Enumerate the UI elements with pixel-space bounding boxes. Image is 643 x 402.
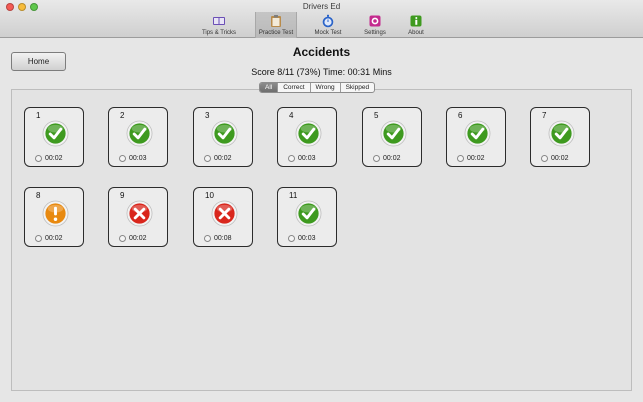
result-card[interactable]: 6 00:02 (446, 107, 506, 167)
question-time: 00:03 (288, 235, 316, 242)
clock-icon (35, 235, 42, 242)
filter-segmented-control: All Correct Wrong Skipped (259, 82, 376, 93)
checkmark-icon (380, 120, 407, 147)
clock-icon (288, 235, 295, 242)
result-card[interactable]: 5 00:02 (362, 107, 422, 167)
result-card[interactable]: 11 00:03 (277, 187, 337, 247)
checkmark-icon (548, 120, 575, 147)
question-time: 00:02 (457, 155, 485, 162)
question-time: 00:03 (288, 155, 316, 162)
clock-icon (541, 155, 548, 162)
toolbar-about[interactable]: About (395, 12, 437, 38)
question-number: 1 (36, 111, 41, 120)
question-number: 5 (374, 111, 379, 120)
time-value: 00:02 (467, 155, 485, 162)
result-card[interactable]: 7 00:02 (530, 107, 590, 167)
question-number: 4 (289, 111, 294, 120)
results-panel: 1 00:02 2 00:03 3 00:02 4 00:03 5 00:02 6 00:02 7 00:… (11, 89, 632, 391)
clock-icon (119, 235, 126, 242)
time-value: 00:02 (551, 155, 569, 162)
result-card[interactable]: 8 00:02 (24, 187, 84, 247)
result-card[interactable]: 9 00:02 (108, 187, 168, 247)
time-value: 00:02 (214, 155, 232, 162)
time-value: 00:02 (45, 155, 63, 162)
time-value: 00:02 (383, 155, 401, 162)
toolbar-label: Mock Test (314, 30, 342, 36)
time-value: 00:03 (298, 155, 316, 162)
toolbar-mock-test[interactable]: Mock Test (307, 12, 349, 38)
checkmark-icon (211, 120, 238, 147)
toolbar-label: About (408, 30, 424, 36)
page-title: Accidents (292, 45, 351, 59)
clock-icon (204, 155, 211, 162)
question-number: 2 (120, 111, 125, 120)
question-time: 00:03 (119, 155, 147, 162)
question-number: 9 (120, 191, 125, 200)
time-value: 00:02 (45, 235, 63, 242)
cross-icon (211, 200, 238, 227)
cross-icon (126, 200, 153, 227)
gear-icon (369, 15, 381, 27)
question-number: 10 (205, 191, 214, 200)
question-number: 11 (289, 191, 298, 200)
filter-correct[interactable]: Correct (278, 83, 311, 92)
question-number: 6 (458, 111, 463, 120)
clock-icon (373, 155, 380, 162)
result-card[interactable]: 3 00:02 (193, 107, 253, 167)
time-value: 00:08 (214, 235, 232, 242)
checkmark-icon (295, 120, 322, 147)
clock-icon (204, 235, 211, 242)
book-icon (213, 17, 225, 25)
result-card[interactable]: 4 00:03 (277, 107, 337, 167)
toolbar-label: Settings (364, 30, 386, 36)
clipboard-icon (271, 15, 281, 27)
clock-icon (288, 155, 295, 162)
question-time: 00:02 (373, 155, 401, 162)
stopwatch-icon (322, 14, 334, 28)
time-value: 00:02 (129, 235, 147, 242)
toolbar-settings[interactable]: Settings (354, 12, 396, 38)
time-value: 00:03 (129, 155, 147, 162)
question-number: 3 (205, 111, 210, 120)
score-summary: Score 8/11 (73%) Time: 00:31 Mins (251, 67, 392, 77)
question-time: 00:02 (541, 155, 569, 162)
checkmark-icon (464, 120, 491, 147)
toolbar-label: Practice Test (258, 30, 294, 36)
question-time: 00:02 (119, 235, 147, 242)
result-card[interactable]: 10 00:08 (193, 187, 253, 247)
question-time: 00:02 (204, 155, 232, 162)
clock-icon (457, 155, 464, 162)
result-card[interactable]: 2 00:03 (108, 107, 168, 167)
question-number: 7 (542, 111, 547, 120)
question-number: 8 (36, 191, 41, 200)
checkmark-icon (42, 120, 69, 147)
question-time: 00:02 (35, 155, 63, 162)
checkmark-icon (126, 120, 153, 147)
window-titlebar: Drivers Ed Tips & Tricks Practice Test M… (0, 0, 643, 38)
toolbar: Tips & Tricks Practice Test Mock Test Se… (0, 12, 643, 38)
clock-icon (35, 155, 42, 162)
time-value: 00:03 (298, 235, 316, 242)
question-time: 00:08 (204, 235, 232, 242)
toolbar-label: Tips & Tricks (201, 30, 237, 36)
result-card[interactable]: 1 00:02 (24, 107, 84, 167)
filter-all[interactable]: All (260, 83, 279, 92)
filter-wrong[interactable]: Wrong (311, 83, 341, 92)
question-time: 00:02 (35, 235, 63, 242)
clock-icon (119, 155, 126, 162)
toolbar-practice-test[interactable]: Practice Test (255, 12, 297, 38)
exclamation-icon (42, 200, 69, 227)
toolbar-tips-tricks[interactable]: Tips & Tricks (198, 12, 240, 38)
window-title: Drivers Ed (302, 2, 341, 11)
info-icon (410, 15, 422, 27)
filter-skipped[interactable]: Skipped (341, 83, 374, 92)
checkmark-icon (295, 200, 322, 227)
